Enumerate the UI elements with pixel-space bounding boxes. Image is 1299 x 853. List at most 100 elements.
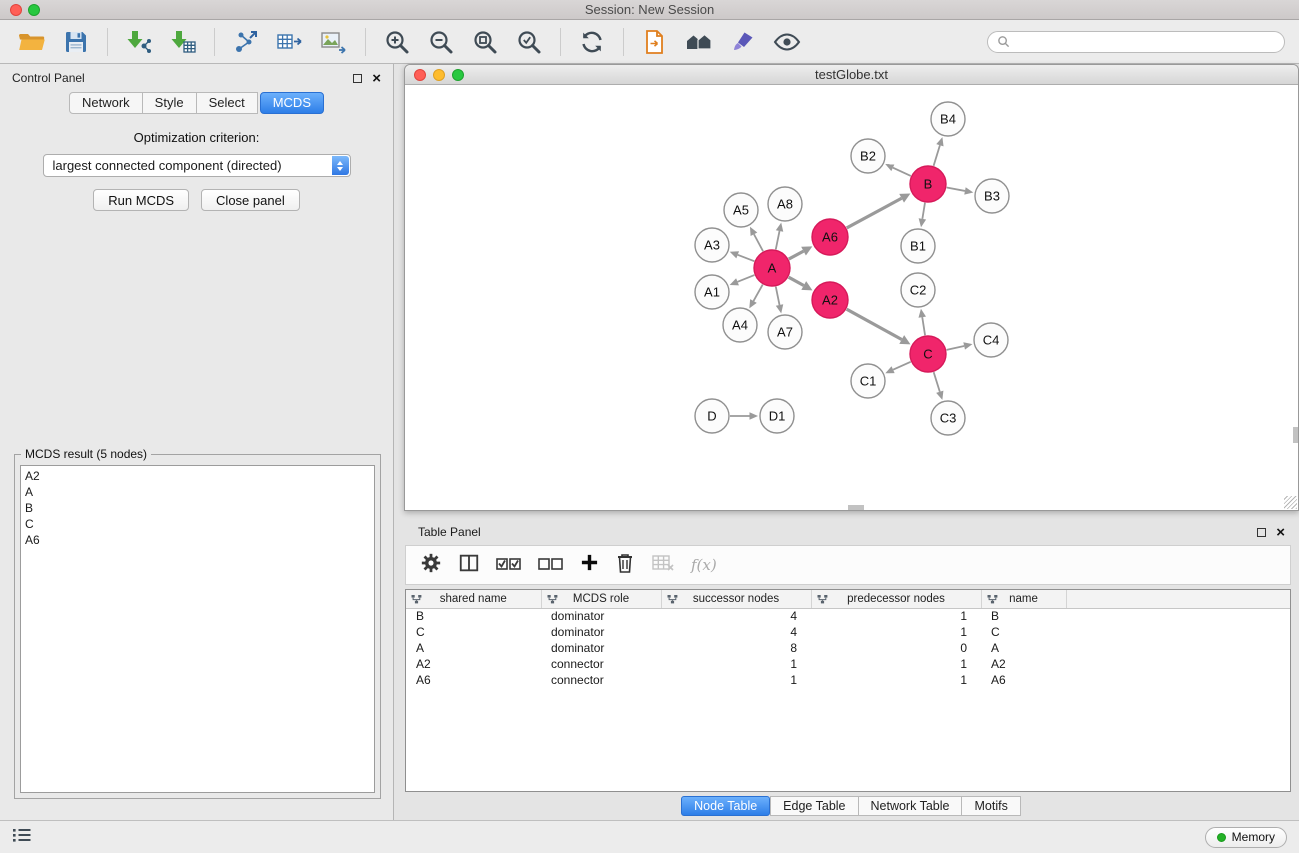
float-table-panel-button[interactable]	[1257, 528, 1266, 537]
criterion-select[interactable]: largest connected component (directed)	[43, 154, 351, 177]
table-cell[interactable]: connector	[541, 672, 661, 688]
graph-edge-A-A5[interactable]	[750, 227, 763, 251]
graph-node-A3[interactable]: A3	[695, 228, 729, 262]
tab-select[interactable]: Select	[196, 92, 258, 114]
select-all-button[interactable]	[496, 554, 522, 577]
close-mcds-panel-button[interactable]: Close panel	[201, 189, 300, 211]
graph-edge-C-C2[interactable]	[918, 309, 926, 335]
refresh-view-button[interactable]	[574, 24, 610, 60]
graph-node-A1[interactable]: A1	[695, 275, 729, 309]
table-row[interactable]: Adominator80A	[406, 640, 1290, 656]
memory-button[interactable]: Memory	[1205, 827, 1287, 848]
graph-node-C2[interactable]: C2	[901, 273, 935, 307]
tab-style[interactable]: Style	[142, 92, 197, 114]
graph-node-A8[interactable]: A8	[768, 187, 802, 221]
graph-edge-B-B2[interactable]	[885, 164, 911, 176]
open-in-browser-button[interactable]	[637, 24, 673, 60]
delete-row-button[interactable]	[615, 552, 635, 579]
horizontal-scroll-indicator[interactable]	[848, 505, 864, 510]
table-cell[interactable]: connector	[541, 656, 661, 672]
column-header-successor-nodes[interactable]: successor nodes	[661, 590, 811, 608]
deselect-all-button[interactable]	[538, 554, 564, 577]
export-table-button[interactable]	[272, 24, 308, 60]
table-cell[interactable]: 8	[661, 640, 811, 656]
column-header-predecessor-nodes[interactable]: predecessor nodes	[811, 590, 981, 608]
table-row[interactable]: A2connector11A2	[406, 656, 1290, 672]
graph-node-C3[interactable]: C3	[931, 401, 965, 435]
graph-node-C[interactable]: C	[910, 336, 946, 372]
graph-node-D1[interactable]: D1	[760, 399, 794, 433]
table-cell[interactable]: A2	[981, 656, 1066, 672]
table-row[interactable]: Bdominator41B	[406, 608, 1290, 624]
table-cell[interactable]: 1	[661, 656, 811, 672]
table-cell[interactable]: A2	[406, 656, 541, 672]
column-header-shared-name[interactable]: shared name	[406, 590, 541, 608]
network-canvas[interactable]: AA6A2BCA1A3A4A5A7A8B1B2B3B4C1C2C3C4DD1	[405, 85, 1298, 510]
graph-node-A7[interactable]: A7	[768, 315, 802, 349]
graph-edge-B-B1[interactable]	[919, 203, 927, 227]
table-cell[interactable]: 4	[661, 608, 811, 624]
graph-edge-A-A3[interactable]	[730, 251, 755, 261]
minimize-network-window-button[interactable]	[433, 69, 445, 81]
graph-node-B1[interactable]: B1	[901, 229, 935, 263]
zoom-network-window-button[interactable]	[452, 69, 464, 81]
zoom-selected-button[interactable]	[511, 24, 547, 60]
close-window-button[interactable]	[10, 4, 22, 16]
graph-edge-A2-C[interactable]	[847, 309, 911, 344]
save-session-button[interactable]	[58, 24, 94, 60]
mcds-result-item[interactable]: A	[25, 484, 370, 500]
table-cell[interactable]: 4	[661, 624, 811, 640]
graph-node-C1[interactable]: C1	[851, 364, 885, 398]
tab-edge-table[interactable]: Edge Table	[770, 796, 858, 816]
table-row[interactable]: A6connector11A6	[406, 672, 1290, 688]
resize-gripper[interactable]	[1284, 496, 1297, 509]
graph-node-A5[interactable]: A5	[724, 193, 758, 227]
vertical-scroll-indicator[interactable]	[1293, 427, 1298, 443]
graph-node-A4[interactable]: A4	[723, 308, 757, 342]
open-session-button[interactable]	[14, 24, 50, 60]
home-button[interactable]	[681, 24, 717, 60]
graph-edge-A-A7[interactable]	[776, 287, 783, 314]
search-input[interactable]	[1015, 35, 1275, 49]
function-builder-button[interactable]: f(x)	[691, 556, 717, 574]
table-cell[interactable]: 1	[661, 672, 811, 688]
zoom-window-button[interactable]	[28, 4, 40, 16]
run-mcds-button[interactable]: Run MCDS	[93, 189, 189, 211]
graph-node-A2[interactable]: A2	[812, 282, 848, 318]
table-cell[interactable]: 1	[811, 608, 981, 624]
column-header-name[interactable]: name	[981, 590, 1066, 608]
close-panel-button[interactable]: ×	[372, 71, 381, 86]
mcds-result-list[interactable]: A2ABCA6	[20, 465, 375, 793]
tab-network-table[interactable]: Network Table	[858, 796, 963, 816]
show-columns-button[interactable]	[458, 552, 480, 579]
graph-edge-A-A2[interactable]	[789, 277, 813, 290]
table-cell[interactable]: C	[981, 624, 1066, 640]
table-cell[interactable]: C	[406, 624, 541, 640]
tab-mcds[interactable]: MCDS	[260, 92, 324, 114]
graph-edge-A-A1[interactable]	[730, 275, 755, 285]
mcds-result-item[interactable]: A2	[25, 468, 370, 484]
graph-edge-B-B4[interactable]	[934, 137, 944, 166]
tab-network[interactable]: Network	[69, 92, 143, 114]
graph-node-C4[interactable]: C4	[974, 323, 1008, 357]
search-field[interactable]	[987, 31, 1285, 53]
mcds-result-item[interactable]: B	[25, 500, 370, 516]
table-cell[interactable]: B	[406, 608, 541, 624]
table-cell[interactable]: 1	[811, 624, 981, 640]
table-cell[interactable]: A6	[406, 672, 541, 688]
tab-motifs[interactable]: Motifs	[961, 796, 1020, 816]
graph-edge-C-C4[interactable]	[947, 342, 973, 350]
graph-edge-A-A6[interactable]	[789, 246, 813, 259]
table-cell[interactable]: 1	[811, 672, 981, 688]
table-cell[interactable]: dominator	[541, 640, 661, 656]
graph-node-B3[interactable]: B3	[975, 179, 1009, 213]
network-window-titlebar[interactable]: testGlobe.txt	[405, 65, 1298, 85]
table-cell[interactable]: dominator	[541, 624, 661, 640]
graph-node-B2[interactable]: B2	[851, 139, 885, 173]
table-cell[interactable]: 1	[811, 656, 981, 672]
graph-node-B4[interactable]: B4	[931, 102, 965, 136]
graph-node-A[interactable]: A	[754, 250, 790, 286]
graph-node-B[interactable]: B	[910, 166, 946, 202]
export-image-button[interactable]	[316, 24, 352, 60]
graph-edge-A-A8[interactable]	[776, 223, 783, 250]
